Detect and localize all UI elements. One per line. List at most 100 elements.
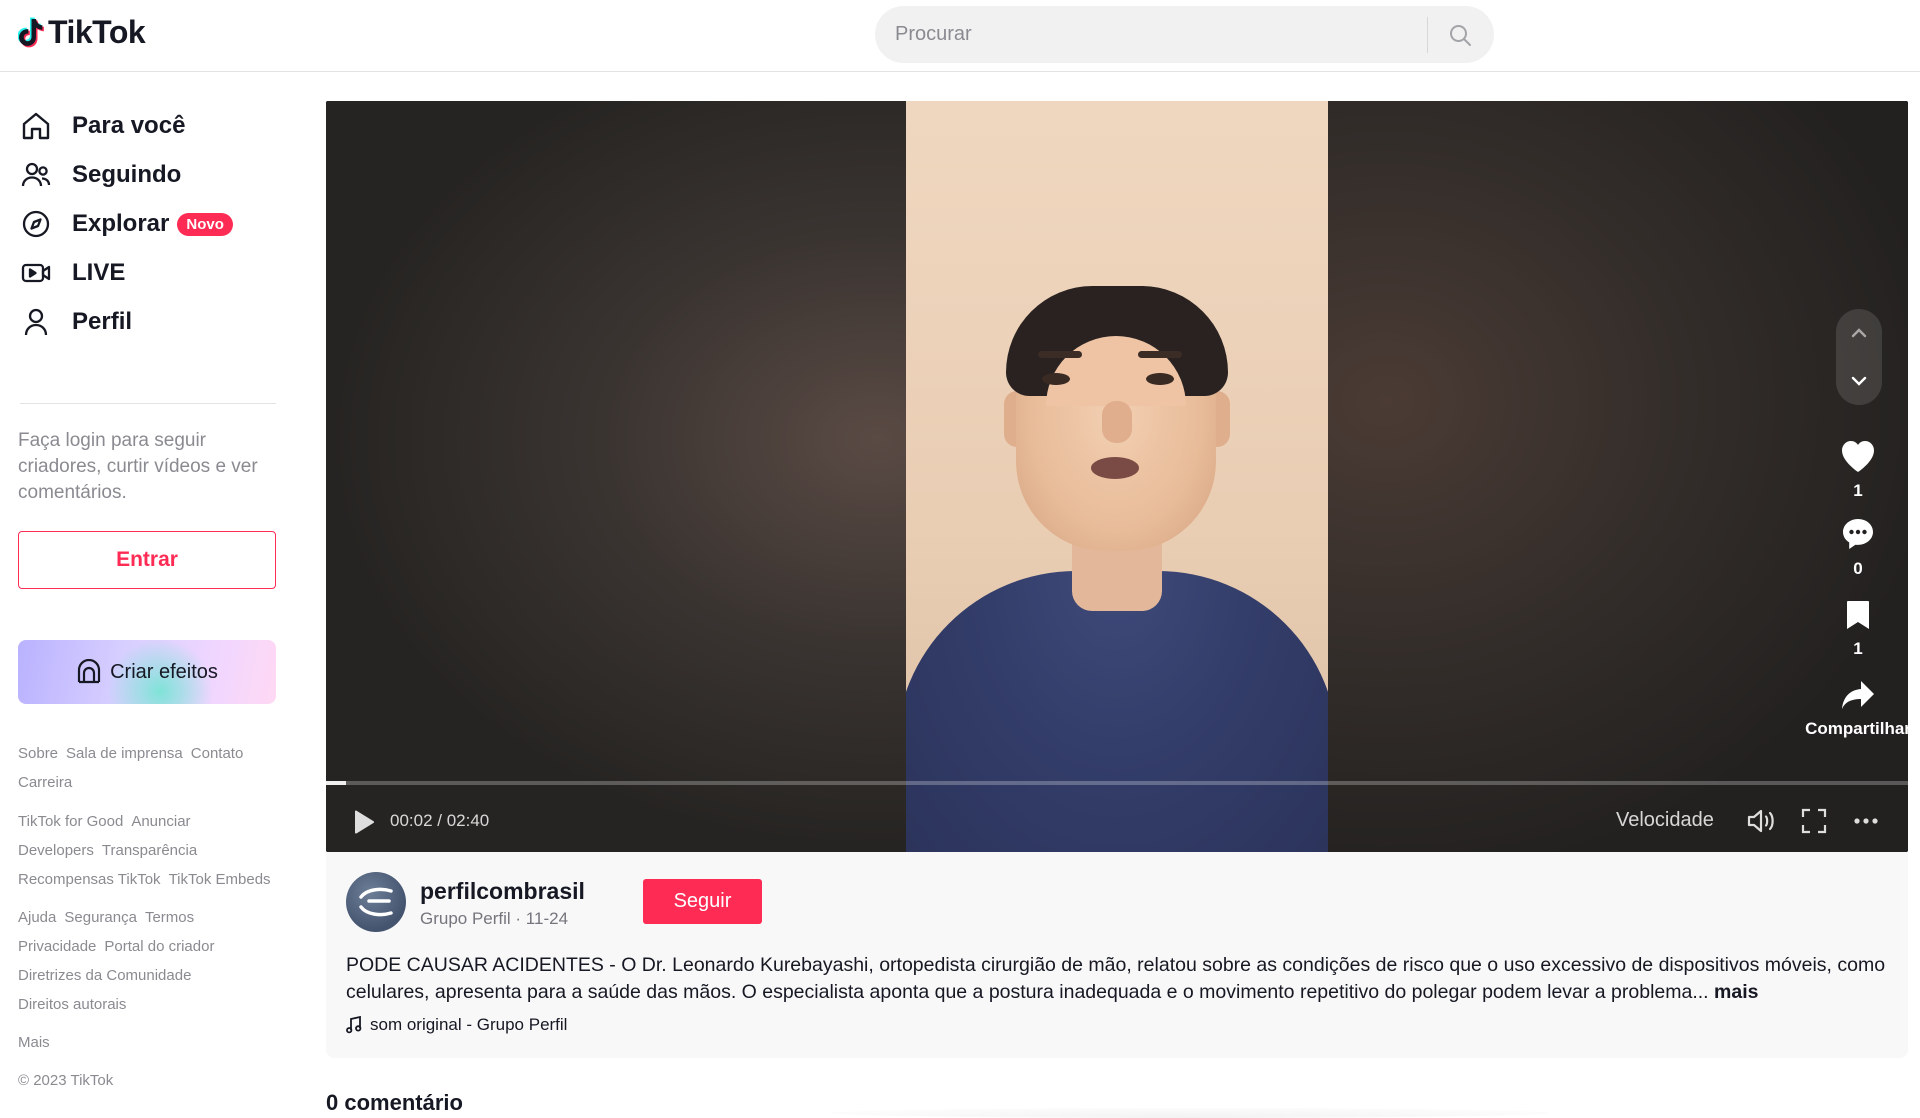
author-name[interactable]: perfilcombrasil [420, 878, 585, 905]
comments-title: 0 comentário [326, 1090, 463, 1115]
footer-link[interactable]: Sobre [18, 745, 58, 762]
save-button[interactable]: 1 [1806, 599, 1908, 659]
search-input[interactable] [875, 6, 1427, 63]
save-count: 1 [1853, 639, 1863, 658]
footer-links-row: Ajuda Segurança Termos [18, 909, 194, 926]
video-info-card: perfilcombrasil Grupo Perfil · 11-24 Seg… [326, 852, 1908, 1058]
video-person-mouth [1091, 457, 1139, 479]
new-badge: Novo [177, 212, 233, 236]
more-horizontal-icon [1854, 818, 1878, 824]
create-effects-button[interactable]: Criar efeitos [18, 640, 276, 704]
effect-house-icon [77, 659, 101, 684]
footer-link-more[interactable]: Mais [18, 1034, 50, 1051]
person-icon [20, 306, 52, 338]
speed-button[interactable]: Velocidade [1616, 809, 1714, 832]
home-icon [20, 110, 52, 142]
footer-link[interactable]: Developers [18, 842, 94, 859]
video-frame [906, 101, 1328, 852]
footer-link[interactable]: Ajuda [18, 909, 56, 926]
footer-links-row: Diretrizes da Comunidade [18, 967, 191, 984]
share-arrow-icon [1842, 681, 1874, 709]
like-button[interactable]: 1 [1806, 439, 1908, 501]
sidebar-item-para-voce[interactable]: Para você [20, 101, 185, 151]
footer-link[interactable]: Termos [145, 909, 194, 926]
video-blur-background-left [326, 101, 906, 852]
chevron-down-icon [1851, 376, 1867, 386]
sidebar-item-explorar[interactable]: Explorar Novo [20, 199, 233, 249]
author-logo-icon [359, 887, 393, 917]
video-person-brow [1138, 351, 1182, 358]
video-nav-arrows [1836, 309, 1882, 405]
share-button[interactable]: Compartilhar [1805, 679, 1908, 739]
chevron-up-icon [1851, 328, 1867, 338]
sound-link[interactable]: som original - Grupo Perfil [346, 1015, 567, 1035]
search-button[interactable] [1428, 6, 1492, 63]
footer-link[interactable]: TikTok Embeds [169, 871, 271, 888]
sidebar-item-label: Seguindo [72, 161, 182, 188]
volume-icon [1747, 809, 1774, 833]
sidebar-item-seguindo[interactable]: Seguindo [20, 150, 181, 200]
previous-video-button[interactable] [1836, 309, 1882, 357]
footer-link[interactable]: Transparência [102, 842, 197, 859]
play-button[interactable] [352, 809, 376, 840]
description-more-link[interactable]: mais [1714, 981, 1758, 1003]
video-player[interactable]: 1 0 1 Compartilhar 00:02 / 02:40 Velocid… [326, 101, 1908, 852]
video-person-eye [1042, 373, 1070, 385]
comments-area-shadow [830, 1108, 1550, 1118]
footer-link[interactable]: Carreira [18, 774, 72, 791]
bookmark-icon [1847, 601, 1869, 629]
video-person-eye [1146, 373, 1174, 385]
music-note-icon [346, 1016, 362, 1034]
volume-button[interactable] [1746, 807, 1776, 840]
sidebar-item-label: Para você [72, 112, 186, 139]
video-person-shirt [906, 571, 1328, 852]
description-text: PODE CAUSAR ACIDENTES - O Dr. Leonardo K… [346, 954, 1886, 1003]
footer-link[interactable]: Direitos autorais [18, 996, 126, 1013]
compass-icon [20, 208, 52, 240]
video-person-brow [1038, 351, 1082, 358]
comment-button[interactable]: 0 [1806, 517, 1908, 579]
sidebar-item-live[interactable]: LIVE [20, 248, 125, 298]
footer-links-row: Sobre Sala de imprensa Contato [18, 745, 243, 762]
video-progress-bar[interactable] [326, 781, 1908, 785]
share-label: Compartilhar [1805, 719, 1908, 738]
next-video-button[interactable] [1836, 357, 1882, 405]
video-progress-fill [326, 781, 346, 785]
footer-links-row: Privacidade Portal do criador [18, 938, 214, 955]
sidebar-item-label: Perfil [72, 308, 133, 335]
sidebar-item-label: Explorar [72, 210, 170, 237]
fullscreen-button[interactable] [1800, 807, 1828, 840]
heart-icon [1842, 441, 1874, 472]
footer-links-row: Carreira [18, 774, 72, 791]
sound-label: som original - Grupo Perfil [370, 1015, 568, 1034]
live-camera-icon [20, 257, 52, 289]
brand-name: TikTok [48, 14, 146, 50]
sidebar-divider [20, 403, 276, 404]
footer-links-row: Mais [18, 1034, 50, 1051]
footer-link[interactable]: Segurança [64, 909, 137, 926]
login-button[interactable]: Entrar [18, 531, 276, 589]
footer-link[interactable]: Contato [191, 745, 244, 762]
footer-links-row: Developers Transparência [18, 842, 197, 859]
footer-link[interactable]: Diretrizes da Comunidade [18, 967, 191, 984]
footer-link[interactable]: Portal do criador [104, 938, 214, 955]
sidebar-item-perfil[interactable]: Perfil [20, 297, 132, 347]
footer-link[interactable]: TikTok for Good [18, 813, 123, 830]
sidebar: Para você Seguindo Explorar Novo LIVE Pe… [0, 73, 300, 1118]
users-icon [20, 159, 52, 191]
more-options-button[interactable] [1852, 807, 1880, 840]
search-bar [875, 6, 1494, 63]
footer-link[interactable]: Sala de imprensa [66, 745, 183, 762]
follow-button[interactable]: Seguir [643, 879, 762, 924]
sidebar-item-label: LIVE [72, 259, 126, 286]
copyright: © 2023 TikTok [18, 1072, 114, 1089]
comment-count: 0 [1853, 559, 1863, 578]
fullscreen-icon [1801, 808, 1827, 834]
footer-link[interactable]: Privacidade [18, 938, 96, 955]
footer-link[interactable]: Recompensas TikTok [18, 871, 161, 888]
tiktok-logo[interactable]: TikTok [18, 14, 146, 51]
tiktok-note-icon [18, 17, 44, 47]
video-description: PODE CAUSAR ACIDENTES - O Dr. Leonardo K… [346, 952, 1891, 1006]
author-avatar[interactable] [346, 872, 406, 932]
footer-link[interactable]: Anunciar [131, 813, 190, 830]
